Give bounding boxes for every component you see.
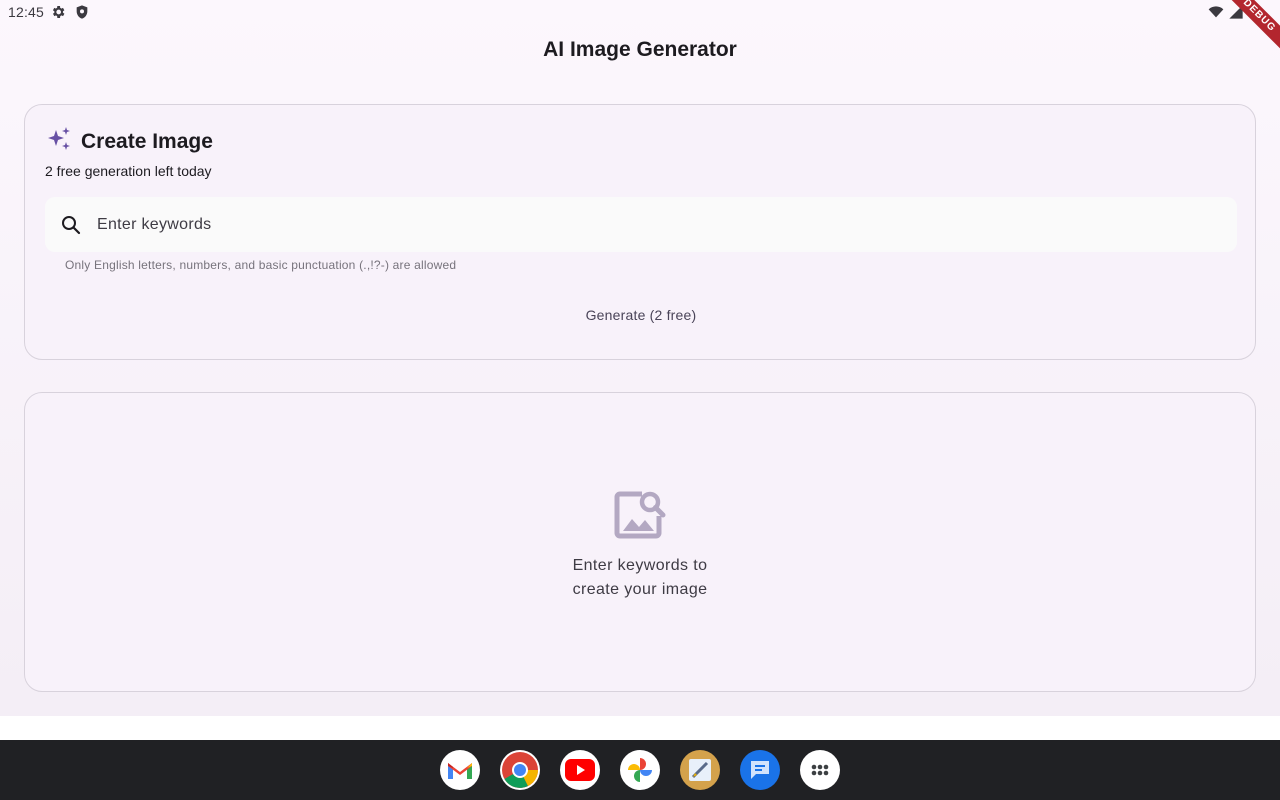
chrome-icon[interactable] [500,750,540,790]
result-card: Enter keywords to create your image [24,392,1256,692]
generate-button[interactable]: Generate (2 free) [571,299,711,331]
settings-icon [50,4,66,20]
result-empty-state: Enter keywords to create your image [25,393,1255,691]
image-search-icon [612,486,668,542]
app-launcher-icon[interactable] [800,750,840,790]
create-image-title: Create Image [81,129,213,153]
search-icon [59,213,83,237]
shield-icon [74,4,90,20]
create-image-card: Create Image 2 free generation left toda… [24,104,1256,360]
sparkle-icon [45,125,73,158]
keywords-field[interactable] [45,197,1237,252]
status-bar: 12:45 DEBUG [0,0,1280,61]
app-bottom-area [0,716,1280,740]
result-empty-text: Enter keywords to create your image [572,557,708,598]
sketch-app-icon[interactable] [680,750,720,790]
page-title: AI Image Generator [543,38,737,61]
gmail-icon[interactable] [440,750,480,790]
youtube-icon[interactable] [560,750,600,790]
free-generations-left: 2 free generation left today [45,163,212,179]
messages-icon[interactable] [740,750,780,790]
photos-icon[interactable] [620,750,660,790]
taskbar [0,740,1280,800]
create-image-header: Create Image [45,125,213,158]
keywords-input[interactable] [97,215,1197,234]
wifi-icon [1208,4,1224,23]
status-time: 12:45 [8,4,45,20]
keywords-helper-text: Only English letters, numbers, and basic… [65,258,457,272]
app-screen: 12:45 DEBUG AI Image Generator Create Im… [0,0,1280,716]
